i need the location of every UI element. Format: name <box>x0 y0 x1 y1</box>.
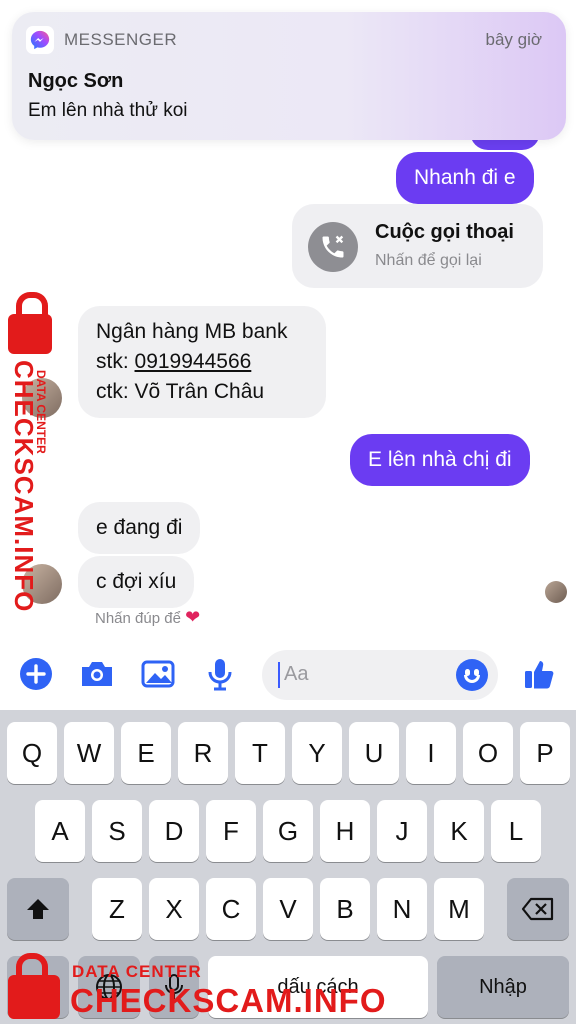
message-bubble-incoming[interactable]: c đợi xíu <box>78 556 195 608</box>
bank-name-line: Ngân hàng MB bank <box>96 320 288 343</box>
message-input[interactable]: Aa <box>262 650 498 700</box>
message-bubble-incoming[interactable]: Ngân hàng MB bank stk: 0919944566 ctk: V… <box>78 306 326 418</box>
key-p[interactable]: P <box>520 722 570 784</box>
microphone-icon[interactable] <box>202 656 238 692</box>
account-label: stk: <box>96 350 135 373</box>
message-text: e đang đi <box>96 516 183 539</box>
notification-message: Em lên nhà thử koi <box>28 100 188 121</box>
watermark-tag-bottom: DATA CENTER <box>72 962 202 981</box>
notification-time: bây giờ <box>485 30 542 49</box>
key-i[interactable]: I <box>406 722 456 784</box>
double-tap-hint: Nhấn đúp để ❤ <box>95 607 200 628</box>
watermark-brand-bottom: CHECKSCAM.INFO <box>70 982 387 1019</box>
shift-arrow-icon <box>27 899 49 919</box>
account-holder-line: ctk: Võ Trân Châu <box>96 380 265 403</box>
key-d[interactable]: D <box>149 800 199 862</box>
key-y[interactable]: Y <box>292 722 342 784</box>
notification-sender: Ngọc Sơn <box>28 70 124 92</box>
key-h[interactable]: H <box>320 800 370 862</box>
key-r[interactable]: R <box>178 722 228 784</box>
watermark-lock-icon <box>8 953 60 1019</box>
watermark-lock-icon <box>8 292 52 354</box>
key-v[interactable]: V <box>263 878 313 940</box>
messenger-icon <box>26 26 54 54</box>
key-m[interactable]: M <box>434 878 484 940</box>
key-e[interactable]: E <box>121 722 171 784</box>
key-f[interactable]: F <box>206 800 256 862</box>
account-number-link[interactable]: 0919944566 <box>135 350 252 373</box>
key-q[interactable]: Q <box>7 722 57 784</box>
key-l[interactable]: L <box>491 800 541 862</box>
photo-gallery-icon[interactable] <box>140 656 176 692</box>
message-text: c đợi xíu <box>96 570 177 593</box>
message-bubble-outgoing[interactable]: E lên nhà chị đi <box>350 434 530 486</box>
backspace-icon <box>521 897 554 921</box>
call-subtitle: Nhấn để gọi lại <box>375 252 482 269</box>
key-c[interactable]: C <box>206 878 256 940</box>
notification-banner[interactable]: MESSENGER bây giờ Ngọc Sơn Em lên nhà th… <box>12 12 566 140</box>
message-bubble-incoming[interactable]: e đang đi <box>78 502 201 554</box>
key-w[interactable]: W <box>64 722 114 784</box>
key-t[interactable]: T <box>235 722 285 784</box>
key-g[interactable]: G <box>263 800 313 862</box>
heart-icon: ❤ <box>185 607 201 627</box>
seen-receipt-avatar <box>545 581 567 603</box>
notification-app-name: MESSENGER <box>64 30 178 49</box>
enter-key[interactable]: Nhập <box>437 956 569 1018</box>
backspace-key[interactable] <box>507 878 569 940</box>
input-placeholder: Aa <box>284 663 309 685</box>
key-n[interactable]: N <box>377 878 427 940</box>
message-composer: Aa <box>0 640 576 710</box>
call-title: Cuộc gọi thoại <box>375 221 514 243</box>
phone-missed-icon <box>308 222 358 272</box>
hint-text: Nhấn đúp để <box>95 610 181 627</box>
camera-icon[interactable] <box>79 656 115 692</box>
key-b[interactable]: B <box>320 878 370 940</box>
watermark-tag-vertical: DATA CENTER <box>34 370 48 454</box>
key-o[interactable]: O <box>463 722 513 784</box>
thumbs-up-icon[interactable] <box>522 656 558 692</box>
text-cursor <box>278 662 280 688</box>
bank-account-line: stk: 0919944566 <box>96 347 308 377</box>
key-a[interactable]: A <box>35 800 85 862</box>
emoji-icon[interactable] <box>456 659 488 691</box>
message-text: E lên nhà chị đi <box>368 448 512 471</box>
key-s[interactable]: S <box>92 800 142 862</box>
shift-key[interactable] <box>7 878 69 940</box>
missed-call-card[interactable]: Cuộc gọi thoại Nhấn để gọi lại <box>292 204 543 288</box>
plus-icon[interactable] <box>18 656 54 692</box>
key-j[interactable]: J <box>377 800 427 862</box>
watermark-vertical: CHECKSCAM.INFO DATA CENTER <box>4 360 48 612</box>
key-u[interactable]: U <box>349 722 399 784</box>
key-k[interactable]: K <box>434 800 484 862</box>
key-x[interactable]: X <box>149 878 199 940</box>
message-text: Nhanh đi e <box>414 166 516 189</box>
key-z[interactable]: Z <box>92 878 142 940</box>
message-bubble-outgoing[interactable]: Nhanh đi e <box>396 152 534 204</box>
